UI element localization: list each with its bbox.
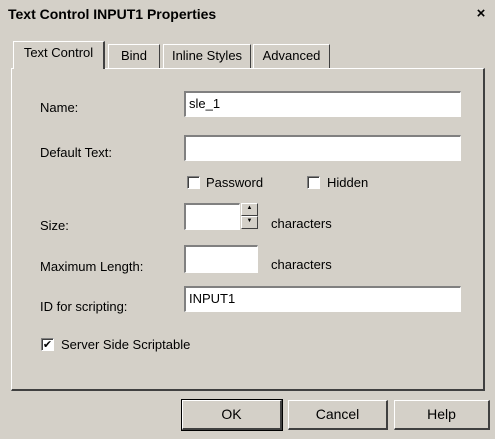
default-text-input[interactable] xyxy=(184,135,461,161)
close-icon[interactable]: × xyxy=(473,6,489,22)
name-input[interactable]: sle_1 xyxy=(184,91,461,117)
id-label: ID for scripting: xyxy=(40,299,128,314)
max-length-unit-label: characters xyxy=(271,257,332,272)
ok-button[interactable]: OK xyxy=(181,399,283,431)
tab-text-control[interactable]: Text Control xyxy=(13,41,105,69)
dialog-title: Text Control INPUT1 Properties xyxy=(8,6,217,22)
password-checkbox[interactable] xyxy=(187,176,200,189)
title-bar: Text Control INPUT1 Properties × xyxy=(0,0,495,28)
hidden-label: Hidden xyxy=(327,175,369,190)
size-label: Size: xyxy=(40,218,69,233)
cancel-button[interactable]: Cancel xyxy=(288,400,388,430)
hidden-checkbox[interactable] xyxy=(307,176,320,189)
size-unit-label: characters xyxy=(271,216,332,231)
spin-down-icon[interactable]: ▼ xyxy=(241,216,258,229)
server-scriptable-checkbox[interactable]: ✔ xyxy=(41,338,54,351)
password-label: Password xyxy=(206,175,264,190)
id-input[interactable]: INPUT1 xyxy=(184,286,461,312)
help-button[interactable]: Help xyxy=(394,400,490,430)
tab-advanced[interactable]: Advanced xyxy=(253,44,330,68)
server-scriptable-label: Server Side Scriptable xyxy=(61,337,191,352)
properties-dialog: Text Control INPUT1 Properties × Text Co… xyxy=(0,0,495,439)
tab-inline-styles[interactable]: Inline Styles xyxy=(163,44,251,68)
tab-bind[interactable]: Bind xyxy=(108,44,160,68)
name-label: Name: xyxy=(40,100,79,115)
spin-up-icon[interactable]: ▲ xyxy=(241,203,258,216)
max-length-label: Maximum Length: xyxy=(40,259,144,274)
size-input[interactable] xyxy=(184,203,240,230)
default-text-label: Default Text: xyxy=(40,145,113,160)
max-length-input[interactable] xyxy=(184,245,258,273)
